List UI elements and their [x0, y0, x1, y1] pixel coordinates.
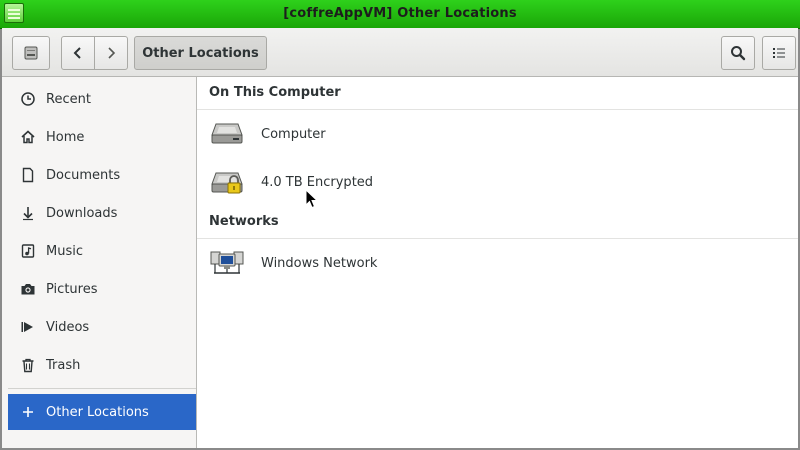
sidebar-item-trash[interactable]: Trash	[8, 347, 196, 383]
sidebar-separator	[8, 388, 196, 389]
sidebar-item-other-locations[interactable]: Other Locations	[8, 394, 196, 430]
location-row-encrypted-drive[interactable]: 4.0 TB Encrypted	[197, 160, 798, 204]
sidebar-item-recent[interactable]: Recent	[8, 81, 196, 117]
titlebar[interactable]: [coffreAppVM] Other Locations	[0, 0, 800, 29]
sidebar-item-label: Downloads	[46, 205, 118, 221]
list-view-icon	[773, 48, 785, 58]
location-label: 4.0 TB Encrypted	[261, 174, 374, 190]
location-label: Windows Network	[261, 255, 378, 271]
chevron-right-icon	[108, 47, 116, 59]
section-divider	[197, 109, 798, 110]
sidebar-item-label: Recent	[46, 91, 91, 107]
window-title: [coffreAppVM] Other Locations	[283, 6, 517, 21]
sidebar-item-videos[interactable]: Videos	[8, 309, 196, 345]
encrypted-drive-icon	[209, 167, 245, 197]
section-header-networks: Networks	[209, 214, 279, 229]
view-options-button[interactable]	[762, 36, 796, 70]
network-icon	[209, 248, 245, 278]
sidebar-item-documents[interactable]: Documents	[8, 157, 196, 193]
download-icon	[20, 205, 36, 221]
location-row-windows-network[interactable]: Windows Network	[197, 241, 798, 285]
sidebar-item-label: Home	[46, 129, 85, 145]
sidebar-item-home[interactable]: Home	[8, 119, 196, 155]
drive-toggle-button[interactable]	[12, 36, 50, 70]
drive-icon	[24, 46, 38, 60]
back-button[interactable]	[61, 36, 95, 70]
document-icon	[20, 167, 36, 183]
mouse-cursor-icon	[305, 189, 319, 209]
sidebar-item-label: Trash	[46, 357, 81, 373]
sidebar-item-label: Documents	[46, 167, 121, 183]
sidebar-item-label: Videos	[46, 319, 90, 335]
section-header-on-this-computer: On This Computer	[209, 85, 341, 100]
sidebar-item-downloads[interactable]: Downloads	[8, 195, 196, 231]
locations-view: On This Computer Computer 4.0 TB Encrypt	[197, 77, 798, 448]
section-divider	[197, 238, 798, 239]
plus-icon	[20, 404, 36, 420]
search-icon	[731, 46, 746, 61]
sidebar-item-music[interactable]: Music	[8, 233, 196, 269]
drive-icon	[209, 119, 245, 149]
location-label: Computer	[261, 126, 326, 142]
trash-icon	[20, 357, 36, 373]
path-bar-button[interactable]: Other Locations	[134, 36, 267, 70]
sidebar-item-pictures[interactable]: Pictures	[8, 271, 196, 307]
music-icon	[20, 243, 36, 259]
sidebar-item-label: Music	[46, 243, 83, 259]
sidebar: Recent Home Documents Downloads Music Pi…	[2, 77, 197, 448]
navigation-buttons	[61, 36, 129, 70]
location-row-computer[interactable]: Computer	[197, 112, 798, 156]
clock-icon	[20, 91, 36, 107]
sidebar-item-label: Pictures	[46, 281, 98, 297]
search-button[interactable]	[721, 36, 755, 70]
sidebar-item-label: Other Locations	[46, 404, 149, 420]
home-icon	[20, 129, 36, 145]
forward-button[interactable]	[94, 36, 128, 70]
camera-icon	[20, 281, 36, 297]
chevron-left-icon	[73, 47, 81, 59]
video-icon	[20, 319, 36, 335]
header-bar: Other Locations	[2, 28, 798, 77]
